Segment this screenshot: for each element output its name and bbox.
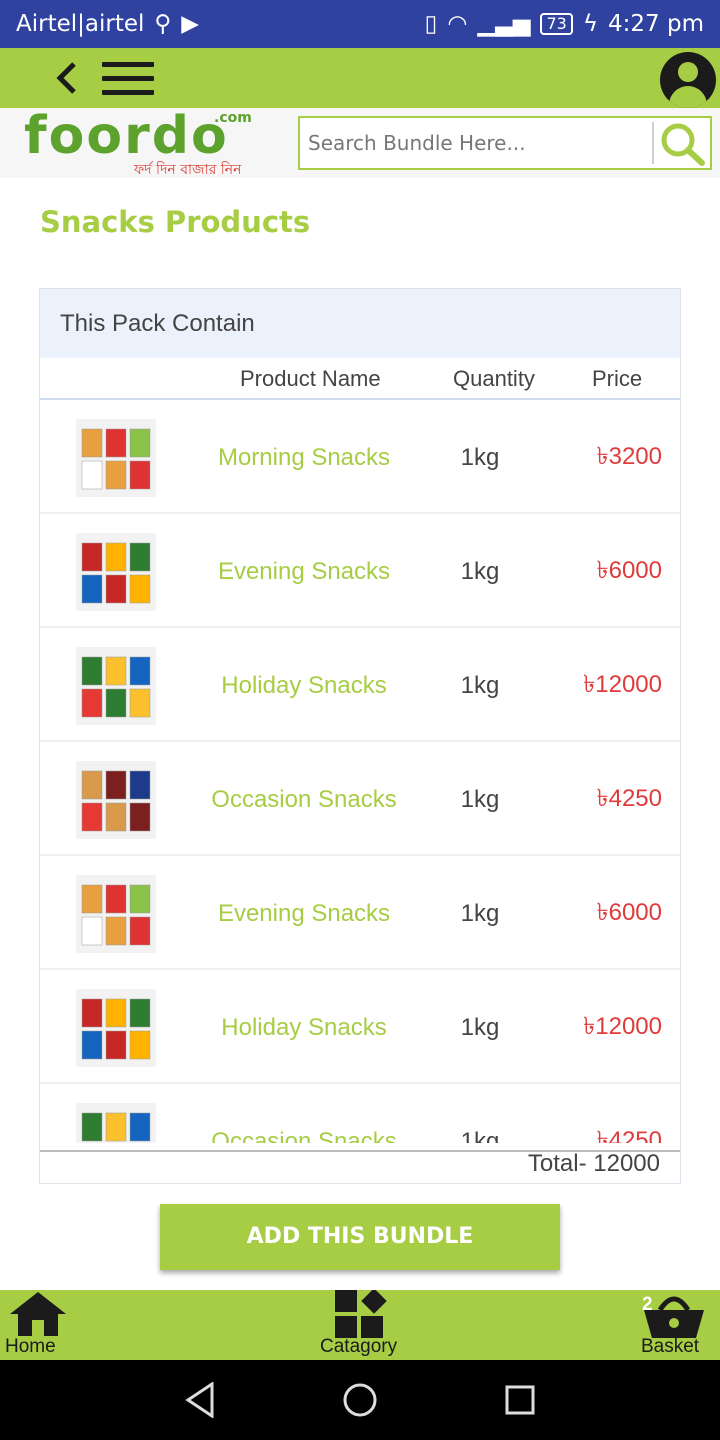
- product-thumbnail: [76, 419, 156, 497]
- system-home-icon[interactable]: [342, 1382, 378, 1418]
- battery-icon: 73: [540, 13, 573, 35]
- table-row[interactable]: Morning Snacks 1kg ৳3200: [40, 400, 680, 514]
- bundle-table: This Pack Contain Product Name Quantity …: [39, 288, 681, 1184]
- product-quantity: 1kg: [460, 444, 500, 471]
- search-input[interactable]: [300, 118, 652, 168]
- account-avatar-icon[interactable]: [660, 52, 716, 108]
- home-icon: [10, 1292, 66, 1336]
- product-name: Morning Snacks: [217, 444, 391, 471]
- nav-home[interactable]: Home: [4, 1290, 74, 1360]
- status-bar: Airtel|airtel ⚲ ▶ ▯ ◠ ▁▃▅ 73 ϟ 4:27 pm: [0, 0, 720, 48]
- search-icon[interactable]: [656, 120, 710, 166]
- system-recents-icon[interactable]: [504, 1384, 536, 1416]
- table-header-row: Product Name Quantity Price: [40, 358, 680, 400]
- product-quantity: 1kg: [460, 786, 500, 813]
- product-name: Evening Snacks: [217, 900, 391, 927]
- product-price: ৳6000: [596, 899, 662, 926]
- nav-home-label: Home: [5, 1336, 56, 1357]
- system-nav-bar: [0, 1360, 720, 1440]
- product-name: Holiday Snacks: [221, 1014, 387, 1041]
- category-icon: [335, 1290, 387, 1338]
- product-quantity: 1kg: [460, 1014, 500, 1041]
- total-label: Total- 12000: [527, 1150, 660, 1177]
- column-quantity: Quantity: [453, 366, 535, 391]
- bottom-nav: Home Catagory 2 Basket: [0, 1290, 720, 1360]
- signal-icon: ▁▃▅: [477, 11, 531, 37]
- logo-com: .com: [214, 110, 252, 126]
- table-row[interactable]: Evening Snacks 1kg ৳6000: [40, 514, 680, 628]
- product-thumbnail: [76, 647, 156, 725]
- hamburger-menu-icon[interactable]: [102, 62, 154, 96]
- table-row[interactable]: Evening Snacks 1kg ৳6000: [40, 856, 680, 970]
- table-row[interactable]: Occasion Snacks 1kg ৳4250: [40, 1084, 680, 1143]
- product-name: Evening Snacks: [217, 558, 391, 585]
- app-toolbar: [0, 48, 720, 108]
- product-price: ৳12000: [583, 671, 662, 698]
- product-quantity: 1kg: [460, 1128, 500, 1143]
- back-arrow-icon[interactable]: [48, 58, 84, 98]
- product-thumbnail: [76, 1103, 156, 1143]
- add-bundle-button[interactable]: ADD THIS BUNDLE: [160, 1204, 560, 1270]
- column-price: Price: [592, 366, 643, 391]
- charging-icon: ϟ: [582, 11, 599, 37]
- system-back-icon[interactable]: [184, 1382, 216, 1418]
- basket-count-badge: 2: [642, 1294, 653, 1315]
- product-quantity: 1kg: [460, 558, 500, 585]
- product-thumbnail: [76, 761, 156, 839]
- logo-wordmark: foordo: [24, 106, 229, 166]
- clock: 4:27 pm: [608, 11, 704, 37]
- product-thumbnail: [76, 875, 156, 953]
- usb-icon: ⚲: [154, 11, 172, 37]
- product-price: ৳4250: [596, 1127, 662, 1143]
- logo-tagline: ফর্দ দিন বাজার নিন: [134, 162, 242, 178]
- table-heading: This Pack Contain: [40, 289, 680, 358]
- product-price: ৳4250: [596, 785, 662, 812]
- product-thumbnail: [76, 989, 156, 1067]
- product-price: ৳3200: [596, 443, 662, 470]
- nav-basket[interactable]: 2 Basket: [638, 1290, 718, 1360]
- product-name: Holiday Snacks: [221, 672, 387, 699]
- table-row[interactable]: Occasion Snacks 1kg ৳4250: [40, 742, 680, 856]
- table-body: Morning Snacks 1kg ৳3200 Evening Snacks 1kg ৳…: [40, 400, 680, 1143]
- wifi-icon: ◠: [447, 11, 468, 37]
- nav-basket-label: Basket: [641, 1336, 700, 1357]
- foordo-logo[interactable]: foordo .com ফর্দ দিন বাজার নিন: [24, 110, 260, 178]
- product-name: Occasion Snacks: [211, 786, 397, 813]
- nav-category-label: Catagory: [320, 1336, 398, 1357]
- nav-category[interactable]: Catagory: [318, 1290, 402, 1360]
- product-quantity: 1kg: [460, 900, 500, 927]
- product-price: ৳6000: [596, 557, 662, 584]
- product-name: Occasion Snacks: [211, 1128, 397, 1143]
- product-price: ৳12000: [583, 1013, 662, 1040]
- product-quantity: 1kg: [460, 672, 500, 699]
- table-row[interactable]: Holiday Snacks 1kg ৳12000: [40, 628, 680, 742]
- page-title: Snacks Products: [40, 205, 311, 239]
- play-store-icon: ▶: [181, 11, 199, 37]
- column-product-name: Product Name: [240, 366, 381, 391]
- search-divider: [652, 122, 654, 164]
- table-row[interactable]: Holiday Snacks 1kg ৳12000: [40, 970, 680, 1084]
- vibrate-icon: ▯: [424, 11, 438, 37]
- carrier-label: Airtel|airtel: [16, 11, 145, 37]
- search-bar: [298, 116, 712, 170]
- product-thumbnail: [76, 533, 156, 611]
